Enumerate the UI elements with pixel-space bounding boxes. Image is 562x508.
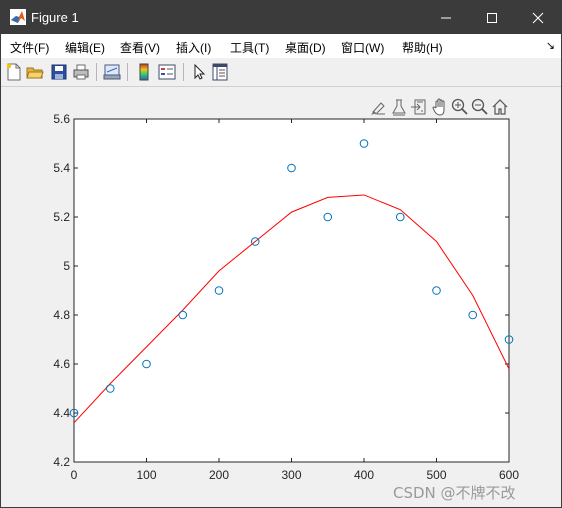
y-tick-label: 4.4: [53, 406, 70, 420]
x-tick-label: 300: [281, 468, 301, 482]
plot-area: [73, 118, 510, 463]
figure-window: Figure 1 文件(F) 编辑(E) 查看(V) 插入(I) 工具(T) 桌…: [0, 0, 562, 508]
y-tick-label: 5.4: [53, 161, 70, 175]
y-tick-label: 5: [63, 259, 70, 273]
x-tick-label: 200: [209, 468, 229, 482]
y-tick-label: 4.2: [53, 455, 70, 469]
x-tick-label: 0: [71, 468, 78, 482]
y-tick-label: 5.2: [53, 210, 70, 224]
y-tick-label: 4.6: [53, 357, 70, 371]
x-tick-label: 400: [354, 468, 374, 482]
watermark: CSDN @不牌不改: [393, 484, 516, 502]
x-tick-label: 500: [426, 468, 446, 482]
x-tick-label: 600: [499, 468, 519, 482]
y-tick-label: 5.6: [53, 112, 70, 126]
plot-axes[interactable]: 0 100 200 300 400 500 600 4.2 4.4 4.6 4.8 5 5.2 5.4 5.…: [1, 1, 561, 507]
x-tick-label: 100: [136, 468, 156, 482]
y-tick-label: 4.8: [53, 308, 70, 322]
